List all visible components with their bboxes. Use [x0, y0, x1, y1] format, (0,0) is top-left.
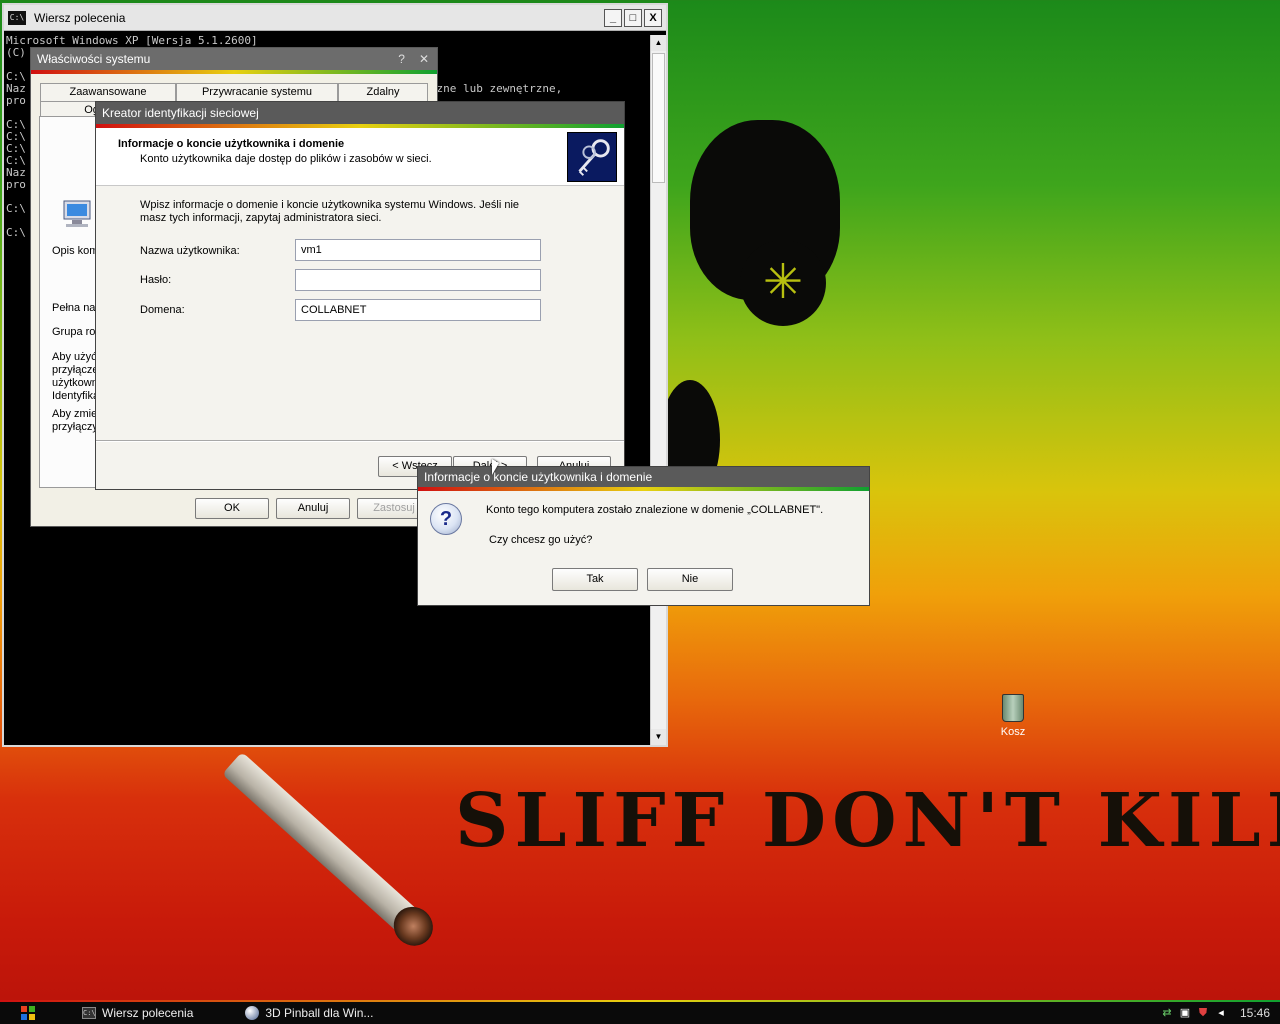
wizard-header-subtitle: Konto użytkownika daje dostęp do plików … — [140, 153, 432, 165]
wizard-header: Informacje o koncie użytkownika i domeni… — [96, 128, 624, 186]
domain-input[interactable]: COLLABNET — [295, 299, 541, 321]
keys-icon — [567, 132, 617, 182]
tab-advanced[interactable]: Zaawansowane — [40, 83, 176, 101]
cmd-scrollbar[interactable]: ▲ ▼ — [650, 35, 666, 745]
cmd-icon: C:\ — [8, 10, 26, 25]
wizard-title: Kreator identyfikacji sieciowej — [102, 106, 259, 120]
username-label: Nazwa użytkownika: — [140, 245, 240, 257]
wizard-header-title: Informacje o koncie użytkownika i domeni… — [118, 138, 345, 150]
help-icon[interactable]: ? — [398, 52, 405, 66]
label-computer-description: Opis kom — [52, 245, 99, 257]
taskbar: C:\ Wiersz polecenia 3D Pinball dla Win.… — [0, 1000, 1280, 1024]
cmd-titlebar[interactable]: C:\ Wiersz polecenia _ □ X — [4, 5, 666, 31]
mouse-cursor — [492, 459, 499, 475]
yes-button[interactable]: Tak — [552, 568, 638, 591]
label-network-id-text: Aby użyć przyłącze użytkowni Identyfika — [52, 351, 101, 402]
scroll-up-arrow-icon[interactable]: ▲ — [651, 35, 666, 51]
recycle-bin-icon[interactable] — [1002, 694, 1024, 722]
close-button[interactable]: X — [644, 8, 662, 27]
system-tray: ⇄ ▣ ⛊ ◂ 15:46 — [1160, 1006, 1280, 1020]
titlebar-accent — [418, 487, 869, 491]
scroll-thumb[interactable] — [652, 53, 665, 183]
security-shield-icon[interactable]: ⛊ — [1196, 1006, 1210, 1020]
msgbox-titlebar[interactable]: Informacje o koncie użytkownika i domeni… — [418, 467, 869, 487]
msgbox-title: Informacje o koncie użytkownika i domeni… — [424, 470, 653, 484]
wallpaper-joint — [221, 751, 441, 954]
wizard-titlebar[interactable]: Kreator identyfikacji sieciowej — [96, 102, 624, 124]
password-input[interactable] — [295, 269, 541, 291]
close-icon[interactable]: ✕ — [419, 52, 429, 66]
password-label: Hasło: — [140, 274, 172, 286]
taskbar-item-cmd[interactable]: C:\ Wiersz polecenia — [74, 1003, 201, 1023]
no-button[interactable]: Nie — [647, 568, 733, 591]
taskbar-item-label: Wiersz polecenia — [102, 1006, 194, 1020]
cmd-icon: C:\ — [82, 1007, 96, 1019]
label-change-text: Aby zmie przyłączy — [52, 408, 98, 433]
username-input[interactable]: vm1 — [295, 239, 541, 261]
sysprops-title: Właściwości systemu — [37, 52, 151, 66]
question-icon: ? — [430, 503, 462, 535]
computer-tray-icon[interactable]: ▣ — [1178, 1006, 1192, 1020]
pinball-icon — [245, 1006, 260, 1020]
recycle-bin-label[interactable]: Kosz — [990, 726, 1036, 738]
cancel-button[interactable]: Anuluj — [276, 498, 350, 519]
network-wizard-window[interactable]: Kreator identyfikacji sieciowej Informac… — [95, 101, 625, 490]
wizard-instructions: Wpisz informacje o domenie i koncie użyt… — [140, 199, 520, 224]
wallpaper-slogan: SLIFF DON'T KILL — [455, 778, 1280, 864]
minimize-button[interactable]: _ — [604, 8, 622, 27]
tab-system-restore[interactable]: Przywracanie systemu — [176, 83, 338, 101]
msgbox-question: Czy chcesz go użyć? — [489, 534, 593, 546]
tab-remote[interactable]: Zdalny — [338, 83, 428, 101]
clock[interactable]: 15:46 — [1240, 1006, 1270, 1020]
taskbar-item-label: 3D Pinball dla Win... — [265, 1006, 374, 1020]
domain-label: Domena: — [140, 304, 185, 316]
label-full-name: Pełna na — [52, 302, 96, 314]
label-workgroup: Grupa rol — [52, 326, 98, 338]
maximize-button[interactable]: □ — [624, 8, 642, 27]
account-found-dialog[interactable]: Informacje o koncie użytkownika i domeni… — [417, 466, 870, 606]
titlebar-accent — [31, 70, 437, 74]
computer-icon — [63, 200, 91, 227]
recycle-bin[interactable]: Kosz — [990, 694, 1036, 738]
cmd-title: Wiersz polecenia — [34, 10, 126, 25]
sysprops-titlebar[interactable]: Właściwości systemu ? ✕ — [31, 48, 437, 70]
ok-button[interactable]: OK — [195, 498, 269, 519]
scroll-down-arrow-icon[interactable]: ▼ — [651, 729, 666, 745]
volume-icon[interactable]: ◂ — [1214, 1006, 1228, 1020]
msgbox-message: Konto tego komputera zostało znalezione … — [486, 504, 824, 516]
network-icon[interactable]: ⇄ — [1160, 1006, 1174, 1020]
wizard-separator — [96, 440, 624, 442]
start-button[interactable] — [0, 1002, 56, 1024]
cannabis-leaf-icon: ✳ — [740, 240, 826, 326]
taskbar-item-pinball[interactable]: 3D Pinball dla Win... — [237, 1003, 381, 1023]
windows-logo-icon — [21, 1006, 35, 1020]
